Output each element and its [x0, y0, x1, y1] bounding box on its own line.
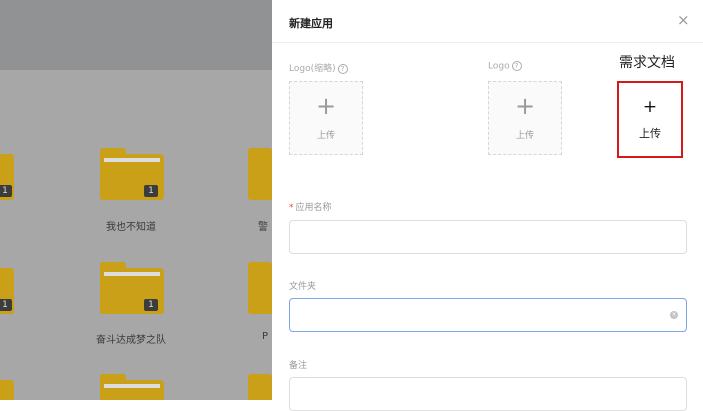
folder-count-badge: 1	[144, 185, 158, 197]
upload-label: 上传	[515, 131, 534, 141]
folder-label: 文件夹	[289, 282, 317, 292]
close-icon[interactable]: ×	[677, 13, 690, 28]
folder-partial[interactable]: 1	[0, 262, 14, 314]
folder-icon[interactable]: 1	[100, 148, 164, 200]
folder-icon[interactable]	[100, 374, 164, 400]
app-name-label: * 应用名称	[289, 203, 332, 213]
help-icon[interactable]: ?	[511, 61, 522, 71]
logo-label: Logo?	[488, 61, 522, 72]
plus-icon: +	[514, 92, 536, 120]
note-input[interactable]	[289, 377, 687, 411]
clear-icon[interactable]: ×	[670, 311, 678, 319]
folder-label: 奋斗达成梦之队	[96, 335, 166, 346]
folder-select[interactable]: ×	[289, 298, 687, 332]
header-divider	[272, 42, 703, 43]
plus-icon: +	[642, 97, 658, 117]
plus-icon: +	[315, 92, 337, 120]
logo-small-upload-button[interactable]: + 上传	[289, 81, 363, 155]
help-icon[interactable]: ?	[337, 63, 348, 74]
folder-partial[interactable]	[248, 374, 272, 400]
note-label: 备注	[289, 361, 308, 371]
new-app-drawer: 新建应用 × Logo(缩略)? + 上传 Logo? + 上传 需求文档 + …	[272, 0, 703, 411]
folder-icon[interactable]: 1	[100, 262, 164, 314]
folder-partial[interactable]	[248, 148, 272, 200]
folder-label-partial: P	[262, 331, 269, 342]
requirement-doc-label: 需求文档	[619, 55, 675, 71]
app-name-input[interactable]	[289, 220, 687, 254]
folder-count-badge: 1	[144, 299, 158, 311]
background-folder-grid: 1 1 我也不知道 警 1 1 奋斗达成梦之队 P	[0, 0, 272, 400]
logo-small-label: Logo(缩略)?	[289, 61, 348, 74]
folder-partial[interactable]	[0, 374, 14, 400]
logo-upload-button[interactable]: + 上传	[488, 81, 562, 155]
upload-label: 上传	[639, 127, 661, 140]
requirement-doc-upload-button[interactable]: + 上传	[617, 81, 683, 158]
required-marker: *	[289, 203, 294, 213]
folder-label-partial: 警	[258, 222, 268, 233]
upload-label: 上传	[316, 131, 335, 141]
folder-partial[interactable]	[248, 262, 272, 314]
folder-label: 我也不知道	[106, 222, 156, 233]
background-header	[0, 0, 272, 70]
drawer-title: 新建应用	[289, 17, 333, 30]
folder-partial[interactable]: 1	[0, 148, 14, 200]
